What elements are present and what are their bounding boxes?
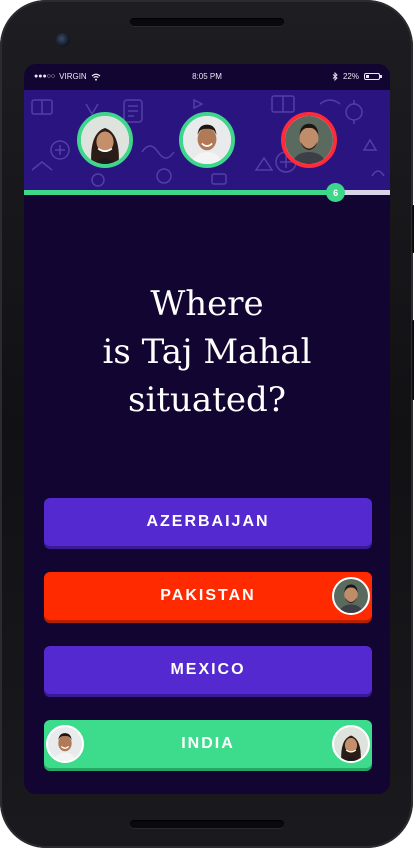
- man-smiling-avatar-icon: [183, 116, 231, 164]
- players-header: [24, 90, 390, 190]
- answer-label: PAKISTAN: [160, 587, 256, 604]
- bottom-speaker: [130, 820, 284, 828]
- woman-avatar-icon: [81, 116, 129, 164]
- answer-option-azerbaijan[interactable]: AZERBAIJAN: [44, 498, 372, 546]
- question-line: Where: [150, 284, 264, 324]
- player-avatar-man-bearded[interactable]: [281, 112, 337, 168]
- front-camera-icon: [56, 33, 70, 47]
- answer-voter-avatar-woman: [332, 725, 370, 763]
- answer-voter-avatar-man-smiling: [46, 725, 84, 763]
- man-bearded-avatar-icon: [334, 579, 368, 613]
- bluetooth-icon: [332, 72, 338, 81]
- player-avatar-woman[interactable]: [77, 112, 133, 168]
- status-bar: ●●●○○ VIRGIN 8:05 PM 22%: [24, 64, 390, 90]
- man-bearded-avatar-icon: [285, 116, 333, 164]
- player-avatar-man-smiling[interactable]: [179, 112, 235, 168]
- woman-avatar-icon: [334, 727, 368, 761]
- progress-count-badge: 6: [326, 183, 346, 202]
- answer-label: MEXICO: [170, 661, 246, 678]
- answer-option-india[interactable]: INDIA: [44, 720, 372, 768]
- answer-option-pakistan[interactable]: PAKISTAN: [44, 572, 372, 620]
- answer-label: AZERBAIJAN: [146, 513, 270, 530]
- battery-icon: [364, 73, 382, 80]
- battery-percent: 22%: [342, 72, 359, 81]
- man-smiling-avatar-icon: [48, 727, 82, 761]
- progress-fill: [24, 190, 336, 195]
- question-line: is Taj Mahal: [102, 332, 312, 372]
- earpiece-speaker: [130, 18, 284, 26]
- answer-label: INDIA: [181, 735, 235, 752]
- app-screen: ●●●○○ VIRGIN 8:05 PM 22% 6 Where is Taj …: [24, 64, 390, 794]
- answer-voter-avatar-man-bearded: [332, 577, 370, 615]
- answer-option-mexico[interactable]: MEXICO: [44, 646, 372, 694]
- phone-frame: ●●●○○ VIRGIN 8:05 PM 22% 6 Where is Taj …: [0, 0, 414, 848]
- question-text: Where is Taj Mahal situated?: [24, 280, 390, 424]
- question-line: situated?: [128, 380, 286, 420]
